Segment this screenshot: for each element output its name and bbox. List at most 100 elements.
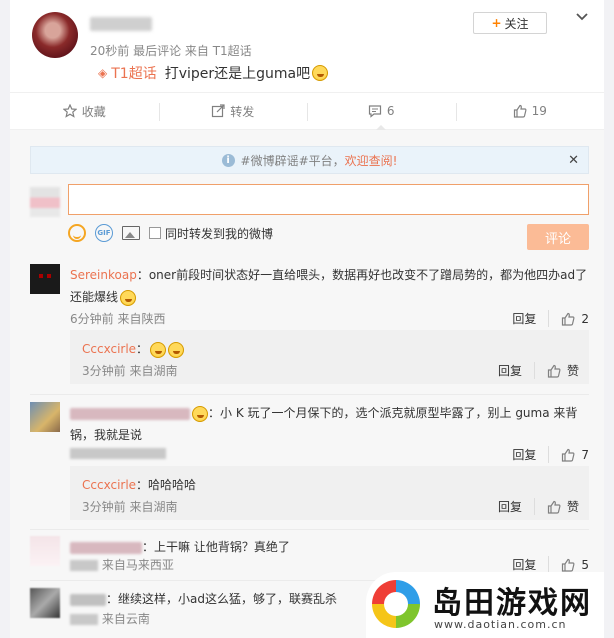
close-icon[interactable]: ✕	[568, 153, 579, 168]
reply-content: ：	[136, 342, 149, 356]
comment-divider	[30, 394, 589, 395]
favorite-label: 收藏	[81, 104, 106, 119]
thumbs-up-icon	[562, 448, 575, 462]
comment-input[interactable]	[68, 184, 589, 215]
share-icon	[212, 104, 225, 118]
repost-button[interactable]: 转发	[158, 93, 308, 129]
comment-content: ：继续这样，小ad这么猛，够了，联赛乱杀	[106, 592, 337, 606]
composer-toolbar: GIF 同时转发到我的微博	[68, 224, 273, 242]
laugh-emoji-icon	[192, 405, 208, 422]
comment-item: Sereinkoap：oner前段时间状态好一直给喂头，数据再好也改变不了蹭局势…	[30, 264, 589, 327]
comment-text: ：小 K 玩了一个月保下的，选个派克就原型毕露了，别上 guma 来背锅，我就是…	[70, 402, 589, 446]
comment-like-count: 7	[581, 447, 589, 462]
reply-button[interactable]: 回复	[512, 310, 550, 327]
comment-like-count: 2	[581, 311, 589, 326]
image-icon[interactable]	[122, 226, 140, 240]
repost-checkbox-label: 同时转发到我的微博	[165, 226, 274, 241]
author-name-blurred[interactable]	[90, 17, 152, 31]
topic-link[interactable]: T1超话	[111, 63, 156, 83]
emoji-icon[interactable]	[68, 224, 86, 242]
action-bar: 收藏 转发 6 19	[10, 92, 604, 130]
site-logo-icon	[372, 580, 420, 628]
reply-like-button[interactable]: 赞	[547, 362, 579, 379]
comment-item: ：上干嘛 让他背锅？真绝了 来自马来西亚 回复 5	[30, 536, 589, 576]
comment-actions: 回复 5	[512, 556, 589, 573]
commenter-name-blurred[interactable]	[70, 593, 106, 606]
commenter-name-blurred[interactable]	[70, 541, 142, 554]
comment-content: ：上干嘛 让他背锅？真绝了	[142, 540, 290, 554]
comment-actions: 回复 7	[512, 446, 589, 463]
comment-button[interactable]: 6	[307, 93, 456, 130]
topic-diamond-icon: ◈	[98, 66, 108, 80]
reply-user[interactable]: Cccxcirle	[82, 478, 136, 492]
comment-divider	[30, 529, 589, 530]
gif-icon[interactable]: GIF	[95, 224, 113, 242]
post-content: ◈ T1超话 打viper还是上guma吧	[98, 63, 329, 83]
reply-text: Cccxcirle：	[82, 338, 185, 360]
comment-item: ：小 K 玩了一个月保下的，选个派克就原型毕露了，别上 guma 来背锅，我就是…	[30, 402, 589, 464]
reply-like-button[interactable]: 赞	[547, 498, 579, 515]
commenter-name[interactable]: Sereinkoap	[70, 268, 137, 282]
rumor-notice-banner: i #微博辟谣#平台， 欢迎查阅! ✕	[30, 146, 589, 174]
comment-like-button[interactable]: 5	[561, 558, 589, 572]
post-meta: 20秒前 最后评论 来自 T1超话	[90, 44, 252, 58]
reply-button[interactable]: 回复	[512, 556, 550, 573]
reply-button[interactable]: 回复	[498, 362, 535, 379]
weibo-post-card: 20秒前 最后评论 来自 T1超话 + 关注 ◈ T1超话 打viper还是上g…	[10, 0, 604, 638]
laugh-emoji-icon	[150, 341, 167, 358]
notice-link[interactable]: 欢迎查阅!	[345, 152, 398, 169]
laugh-emoji-icon	[168, 341, 185, 358]
reply-button[interactable]: 回复	[498, 498, 535, 515]
author-avatar[interactable]	[32, 12, 78, 58]
thumbs-up-icon	[562, 312, 575, 326]
thumbs-up-icon	[547, 364, 561, 378]
reply-user[interactable]: Cccxcirle	[82, 342, 136, 356]
my-avatar	[30, 187, 60, 217]
watermark-url: www.daotian.com.cn	[434, 618, 567, 631]
comment-meta: 6分钟前 来自陕西	[70, 312, 166, 326]
commenter-avatar[interactable]	[30, 536, 60, 566]
reply-like-label: 赞	[566, 364, 579, 378]
commenter-avatar[interactable]	[30, 264, 60, 294]
commenter-avatar[interactable]	[30, 588, 60, 618]
watermark-title: 岛田游戏网	[432, 586, 592, 621]
plus-icon: +	[491, 16, 502, 30]
thumbs-up-icon	[547, 500, 561, 514]
thumbs-up-icon	[562, 558, 575, 572]
comment-location: 来自马来西亚	[101, 558, 174, 572]
follow-button[interactable]: + 关注	[473, 12, 547, 34]
comment-like-button[interactable]: 2	[561, 312, 589, 326]
comment-content: ：oner前段时间状态好一直给喂头，数据再好也改变不了蹭局势的，都为他四办ad了…	[70, 268, 588, 304]
like-button[interactable]: 19	[455, 93, 605, 129]
comment-meta: 来自马来西亚	[70, 556, 174, 573]
laugh-emoji-icon	[312, 65, 329, 81]
comment-text: Sereinkoap：oner前段时间状态好一直给喂头，数据再好也改变不了蹭局势…	[70, 264, 589, 308]
comment-like-count: 5	[581, 557, 589, 572]
reply-actions: 回复 赞	[498, 362, 579, 379]
comment-text: ：上干嘛 让他背锅？真绝了	[70, 536, 589, 558]
reply-content: ：哈哈哈哈	[136, 478, 197, 492]
notice-text: #微博辟谣#平台，	[240, 153, 345, 168]
comment-like-button[interactable]: 7	[561, 448, 589, 462]
comment-actions: 回复 2	[512, 310, 589, 327]
thumbs-up-icon	[513, 104, 527, 118]
commenter-avatar[interactable]	[30, 402, 60, 432]
star-icon	[62, 104, 77, 118]
submit-comment-button[interactable]: 评论	[527, 224, 589, 250]
commenter-name-blurred[interactable]	[70, 407, 190, 420]
reply-button[interactable]: 回复	[512, 446, 550, 463]
site-watermark: 岛田游戏网 www.daotian.com.cn	[366, 572, 604, 638]
repost-label: 转发	[230, 104, 255, 119]
repost-checkbox[interactable]	[149, 227, 161, 239]
reply-actions: 回复 赞	[498, 498, 579, 515]
comment-section: i #微博辟谣#平台， 欢迎查阅! ✕ GIF 同时转发到我的微博 评论 Ser…	[10, 130, 604, 638]
like-count: 19	[531, 104, 547, 118]
comment-location: 来自云南	[101, 612, 150, 626]
comment-meta: 来自云南	[70, 610, 150, 627]
reply-box: Cccxcirle：哈哈哈哈 3分钟前 来自湖南 回复 赞	[70, 466, 589, 520]
favorite-button[interactable]: 收藏	[10, 93, 159, 129]
reply-box: Cccxcirle： 3分钟前 来自湖南 回复 赞	[70, 330, 589, 384]
chevron-down-icon[interactable]	[575, 10, 589, 24]
reply-meta: 3分钟前 来自湖南	[82, 500, 178, 514]
post-text: 打viper还是上guma吧	[164, 66, 311, 82]
